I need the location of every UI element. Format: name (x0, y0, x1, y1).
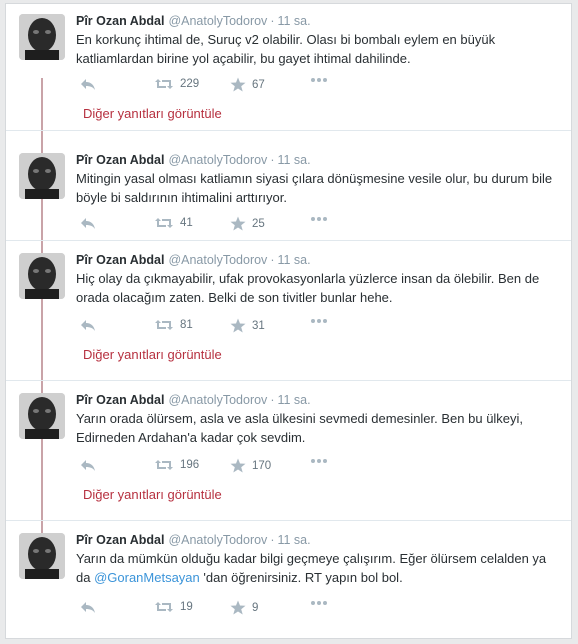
tweet-timestamp[interactable]: 11 sa. (277, 393, 310, 407)
avatar[interactable] (19, 533, 65, 579)
user-name[interactable]: Pîr Ozan Abdal (76, 14, 164, 28)
favorite-button[interactable]: 31 (230, 318, 265, 333)
reply-button[interactable] (80, 458, 96, 472)
tweet-header: Pîr Ozan Abdal @AnatolyTodorov · 11 sa. (76, 253, 311, 271)
favorite-count: 25 (252, 217, 265, 230)
view-more-replies-link[interactable]: Diğer yanıtları görüntüle (83, 106, 222, 121)
more-icon (311, 217, 327, 221)
tweet-text: Mitingin yasal olması katliamın siyasi ç… (76, 171, 553, 205)
more-icon (311, 459, 327, 463)
tweet-header: Pîr Ozan Abdal @AnatolyTodorov · 11 sa. (76, 153, 311, 171)
tweet-header: Pîr Ozan Abdal @AnatolyTodorov · 11 sa. (76, 533, 311, 551)
favorite-count: 170 (252, 459, 272, 472)
separator-dot: · (270, 533, 275, 547)
reply-button[interactable] (80, 600, 96, 614)
user-name[interactable]: Pîr Ozan Abdal (76, 253, 164, 267)
tweet-text-part: 'dan öğrenirsiniz. RT yapın bol bol. (199, 569, 403, 585)
user-handle[interactable]: @AnatolyTodorov (168, 153, 267, 167)
favorite-button[interactable]: 170 (230, 458, 271, 473)
retweet-button[interactable]: 19 (154, 600, 193, 614)
user-name[interactable]: Pîr Ozan Abdal (76, 533, 164, 547)
favorite-button[interactable]: 67 (230, 77, 265, 92)
favorite-button[interactable]: 9 (230, 600, 258, 615)
tweet-header: Pîr Ozan Abdal @AnatolyTodorov · 11 sa. (76, 14, 311, 32)
divider (6, 130, 571, 131)
favorite-button[interactable]: 25 (230, 216, 265, 231)
favorite-count: 9 (252, 601, 259, 614)
user-handle[interactable]: @AnatolyTodorov (168, 253, 267, 267)
conversation-thread-line (41, 78, 43, 534)
avatar[interactable] (19, 393, 65, 439)
mention-link[interactable]: @GoranMetsayan (94, 570, 200, 585)
retweet-count: 229 (180, 78, 200, 90)
separator-dot: · (270, 14, 275, 28)
reply-icon (81, 320, 95, 331)
tweet-text: Yarın da mümkün olduğu kadar bilgi geçme… (76, 550, 556, 587)
tweet-timestamp[interactable]: 11 sa. (277, 533, 310, 547)
user-name[interactable]: Pîr Ozan Abdal (76, 393, 164, 407)
more-button[interactable] (310, 216, 328, 222)
more-button[interactable] (310, 77, 328, 83)
tweet-text: Hiç olay da çıkmayabilir, ufak provokasy… (76, 271, 540, 305)
retweet-icon (155, 79, 173, 89)
user-handle[interactable]: @AnatolyTodorov (168, 14, 267, 28)
more-button[interactable] (310, 458, 328, 464)
separator-dot: · (270, 253, 275, 267)
tweet-text: Yarın orada ölürsem, asla ve asla ülkesi… (76, 411, 524, 445)
avatar[interactable] (19, 14, 65, 60)
retweet-count: 196 (180, 459, 200, 471)
favorite-count: 31 (252, 319, 265, 332)
reply-icon (81, 602, 95, 613)
retweet-count: 41 (180, 217, 193, 229)
retweet-count: 81 (180, 319, 193, 331)
retweet-button[interactable]: 229 (154, 77, 199, 91)
retweet-icon (155, 320, 173, 330)
avatar[interactable] (19, 153, 65, 199)
retweet-icon (155, 218, 173, 228)
more-icon (311, 601, 327, 605)
divider (6, 240, 571, 241)
reply-button[interactable] (80, 77, 96, 91)
star-icon (230, 458, 246, 473)
divider (6, 380, 571, 381)
avatar[interactable] (19, 253, 65, 299)
retweet-icon (155, 460, 173, 470)
retweet-button[interactable]: 41 (154, 216, 193, 230)
reply-icon (81, 460, 95, 471)
star-icon (230, 318, 246, 333)
retweet-button[interactable]: 81 (154, 318, 193, 332)
star-icon (230, 600, 246, 615)
user-name[interactable]: Pîr Ozan Abdal (76, 153, 164, 167)
retweet-icon (155, 602, 173, 612)
divider (6, 520, 571, 521)
view-more-replies-link[interactable]: Diğer yanıtları görüntüle (83, 347, 222, 362)
tweet-text: En korkunç ihtimal de, Suruç v2 olabilir… (76, 32, 496, 66)
tweet-thread: Pîr Ozan Abdal @AnatolyTodorov · 11 sa. En … (5, 3, 572, 639)
favorite-count: 67 (252, 78, 265, 91)
retweet-count: 19 (180, 601, 193, 613)
star-icon (230, 216, 246, 231)
user-handle[interactable]: @AnatolyTodorov (168, 393, 267, 407)
reply-icon (81, 79, 95, 90)
separator-dot: · (270, 393, 275, 407)
tweet-timestamp[interactable]: 11 sa. (277, 14, 310, 28)
more-button[interactable] (310, 600, 328, 606)
tweet-timestamp[interactable]: 11 sa. (277, 153, 310, 167)
user-handle[interactable]: @AnatolyTodorov (168, 533, 267, 547)
tweet-timestamp[interactable]: 11 sa. (277, 253, 310, 267)
reply-button[interactable] (80, 318, 96, 332)
more-icon (311, 78, 327, 82)
more-button[interactable] (310, 318, 328, 324)
reply-icon (81, 218, 95, 229)
reply-button[interactable] (80, 216, 96, 230)
more-icon (311, 319, 327, 323)
retweet-button[interactable]: 196 (154, 458, 199, 472)
separator-dot: · (270, 153, 275, 167)
view-more-replies-link[interactable]: Diğer yanıtları görüntüle (83, 487, 222, 502)
star-icon (230, 77, 246, 92)
tweet-header: Pîr Ozan Abdal @AnatolyTodorov · 11 sa. (76, 393, 311, 411)
